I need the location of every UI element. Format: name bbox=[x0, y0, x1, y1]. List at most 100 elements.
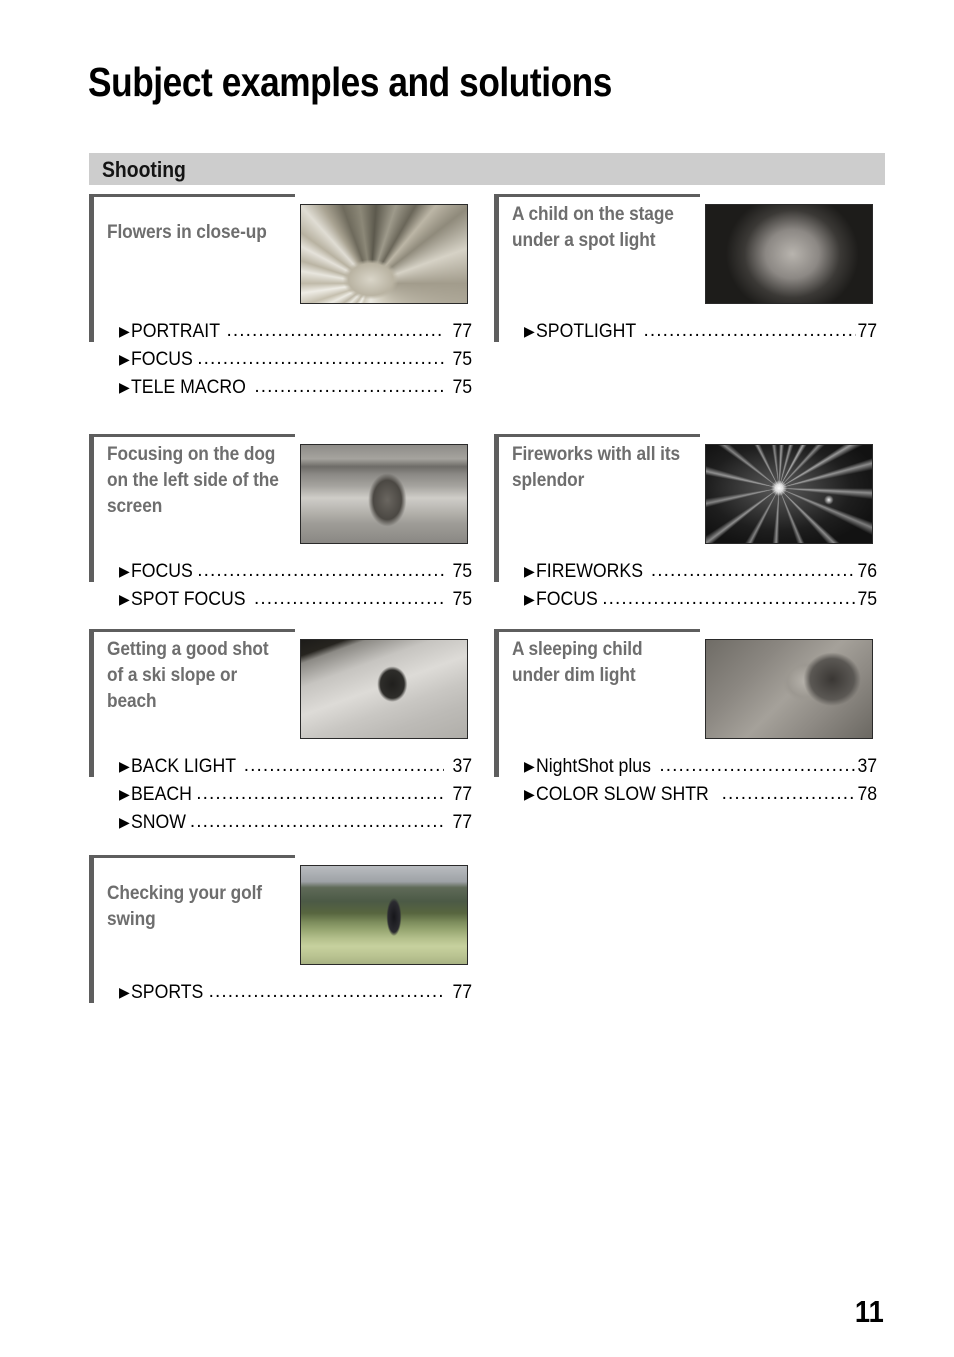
subject-entry: Focusing on the dog on the left side of … bbox=[89, 434, 472, 610]
subject-entry-title: A child on the stage under a spot light bbox=[512, 204, 674, 251]
reference-row[interactable]: ▶ FIREWORKS..............................… bbox=[524, 558, 877, 586]
reference-page-number: 75 bbox=[857, 589, 877, 610]
photo-content bbox=[301, 205, 467, 303]
reference-row[interactable]: ▶ PORTRAIT...............................… bbox=[119, 318, 472, 346]
subject-entry-references: ▶ PORTRAIT...............................… bbox=[119, 318, 472, 402]
section-header-left-edge bbox=[89, 153, 93, 185]
entry-top-rule bbox=[89, 855, 295, 858]
triangle-bullet-icon: ▶ bbox=[119, 563, 130, 579]
entry-top-rule bbox=[89, 629, 295, 632]
triangle-bullet-icon: ▶ bbox=[119, 786, 130, 802]
subject-entry-references: ▶ SPOTLIGHT..............................… bbox=[524, 318, 877, 346]
entry-left-rule bbox=[494, 434, 499, 582]
subject-entry-title: Checking your golf swing bbox=[107, 883, 262, 930]
reference-page-number: 37 bbox=[452, 756, 472, 777]
entry-top-rule bbox=[89, 434, 295, 437]
subject-entry-references: ▶ SPORTS.................................… bbox=[119, 979, 472, 1007]
triangle-bullet-icon: ▶ bbox=[119, 351, 130, 367]
reference-row[interactable]: ▶ SPOT FOCUS.............................… bbox=[119, 586, 472, 614]
reference-label: BEACH bbox=[130, 784, 192, 805]
reference-label: COLOR SLOW SHTR bbox=[535, 784, 709, 805]
entry-left-rule bbox=[494, 194, 499, 342]
entry-top-rule bbox=[89, 194, 295, 197]
reference-page-number: 77 bbox=[452, 982, 472, 1003]
photo-content bbox=[706, 205, 872, 303]
reference-page-number: 75 bbox=[452, 377, 472, 398]
reference-page-number: 75 bbox=[452, 349, 472, 370]
reference-page-number: 77 bbox=[452, 321, 472, 342]
child-on-stage-photo bbox=[705, 204, 873, 304]
subject-entry: A sleeping child under dim light ▶ NightSh… bbox=[494, 629, 877, 805]
golf-swing-photo bbox=[300, 865, 468, 965]
reference-label: FOCUS bbox=[130, 561, 193, 582]
dot-leader: ........................................… bbox=[208, 981, 444, 1002]
subject-entry-header: Checking your golf swing bbox=[89, 855, 472, 1003]
fireworks-photo bbox=[705, 444, 873, 544]
subject-entry-title: Fireworks with all its splendor bbox=[512, 444, 681, 491]
entry-left-rule bbox=[89, 434, 94, 582]
triangle-bullet-icon: ▶ bbox=[119, 323, 130, 339]
reference-row[interactable]: ▶ BACK LIGHT.............................… bbox=[119, 753, 472, 781]
flower-close-up-photo bbox=[300, 204, 468, 304]
dot-leader: ........................................… bbox=[197, 348, 444, 369]
reference-page-number: 77 bbox=[857, 321, 877, 342]
reference-row[interactable]: ▶ BEACH..................................… bbox=[119, 781, 472, 809]
entry-top-rule bbox=[494, 194, 700, 197]
photo-content bbox=[301, 445, 467, 543]
reference-row[interactable]: ▶COLOR SLOW SHTR........................… bbox=[524, 781, 877, 809]
entry-top-rule bbox=[494, 629, 700, 632]
section-header-label: Shooting bbox=[102, 157, 186, 182]
dot-leader: ........................................… bbox=[721, 783, 856, 804]
dot-leader: ........................................… bbox=[196, 783, 444, 804]
reference-page-number: 75 bbox=[452, 561, 472, 582]
triangle-bullet-icon: ▶ bbox=[119, 591, 130, 607]
reference-row[interactable]: ▶ SNOW...................................… bbox=[119, 809, 472, 837]
triangle-bullet-icon: ▶ bbox=[524, 786, 535, 802]
reference-label: FOCUS bbox=[535, 589, 598, 610]
reference-row[interactable]: ▶ FOCUS..................................… bbox=[119, 558, 472, 586]
reference-row[interactable]: ▶ FOCUS..................................… bbox=[524, 586, 877, 614]
reference-row[interactable]: ▶ TELE MACRO.............................… bbox=[119, 374, 472, 402]
reference-row[interactable]: ▶ SPOTLIGHT..............................… bbox=[524, 318, 877, 346]
triangle-bullet-icon: ▶ bbox=[524, 591, 535, 607]
subject-entry-header: Focusing on the dog on the left side of … bbox=[89, 434, 472, 582]
subject-entry-header: Fireworks with all its splendor bbox=[494, 434, 877, 582]
triangle-bullet-icon: ▶ bbox=[524, 563, 535, 579]
subject-entry-header: Getting a good shot of a ski slope or be… bbox=[89, 629, 472, 777]
subject-entry-title: Focusing on the dog on the left side of … bbox=[107, 444, 279, 517]
dot-leader: ........................................… bbox=[659, 755, 856, 776]
entry-left-rule bbox=[89, 855, 94, 1003]
reference-label: TELE MACRO bbox=[130, 377, 246, 398]
photo-content bbox=[301, 640, 467, 738]
subject-entry: Getting a good shot of a ski slope or be… bbox=[89, 629, 472, 833]
subject-entry: Flowers in close-up ▶ PORTRAIT............… bbox=[89, 194, 472, 398]
subject-entry-header: A sleeping child under dim light bbox=[494, 629, 877, 777]
reference-row[interactable]: ▶ NightShot plus.........................… bbox=[524, 753, 877, 781]
ski-slope-photo bbox=[300, 639, 468, 739]
reference-label: NightShot plus bbox=[535, 756, 651, 777]
dot-leader: ........................................… bbox=[602, 588, 856, 609]
triangle-bullet-icon: ▶ bbox=[119, 984, 130, 1000]
reference-label: SPOT FOCUS bbox=[130, 589, 246, 610]
photo-content bbox=[301, 866, 467, 964]
triangle-bullet-icon: ▶ bbox=[524, 323, 535, 339]
page-number: 11 bbox=[855, 1294, 884, 1329]
reference-page-number: 77 bbox=[452, 784, 472, 805]
reference-page-number: 76 bbox=[857, 561, 877, 582]
subject-entry-title: Getting a good shot of a ski slope or be… bbox=[107, 639, 269, 712]
photo-content bbox=[706, 445, 872, 543]
dot-leader: ........................................… bbox=[253, 588, 444, 609]
reference-label: SNOW bbox=[130, 812, 186, 833]
subject-entry-references: ▶ FIREWORKS..............................… bbox=[524, 558, 877, 614]
reference-row[interactable]: ▶ SPORTS.................................… bbox=[119, 979, 472, 1007]
section-header-shooting: Shooting bbox=[89, 153, 885, 185]
dot-leader: ........................................… bbox=[254, 376, 444, 397]
reference-row[interactable]: ▶ FOCUS..................................… bbox=[119, 346, 472, 374]
page-title: Subject examples and solutions bbox=[88, 59, 612, 106]
reference-label: SPOTLIGHT bbox=[535, 321, 636, 342]
triangle-bullet-icon: ▶ bbox=[524, 758, 535, 774]
reference-label: FOCUS bbox=[130, 349, 193, 370]
photo-content bbox=[706, 640, 872, 738]
subject-entry-header: A child on the stage under a spot light bbox=[494, 194, 877, 342]
dot-leader: ........................................… bbox=[650, 560, 856, 581]
